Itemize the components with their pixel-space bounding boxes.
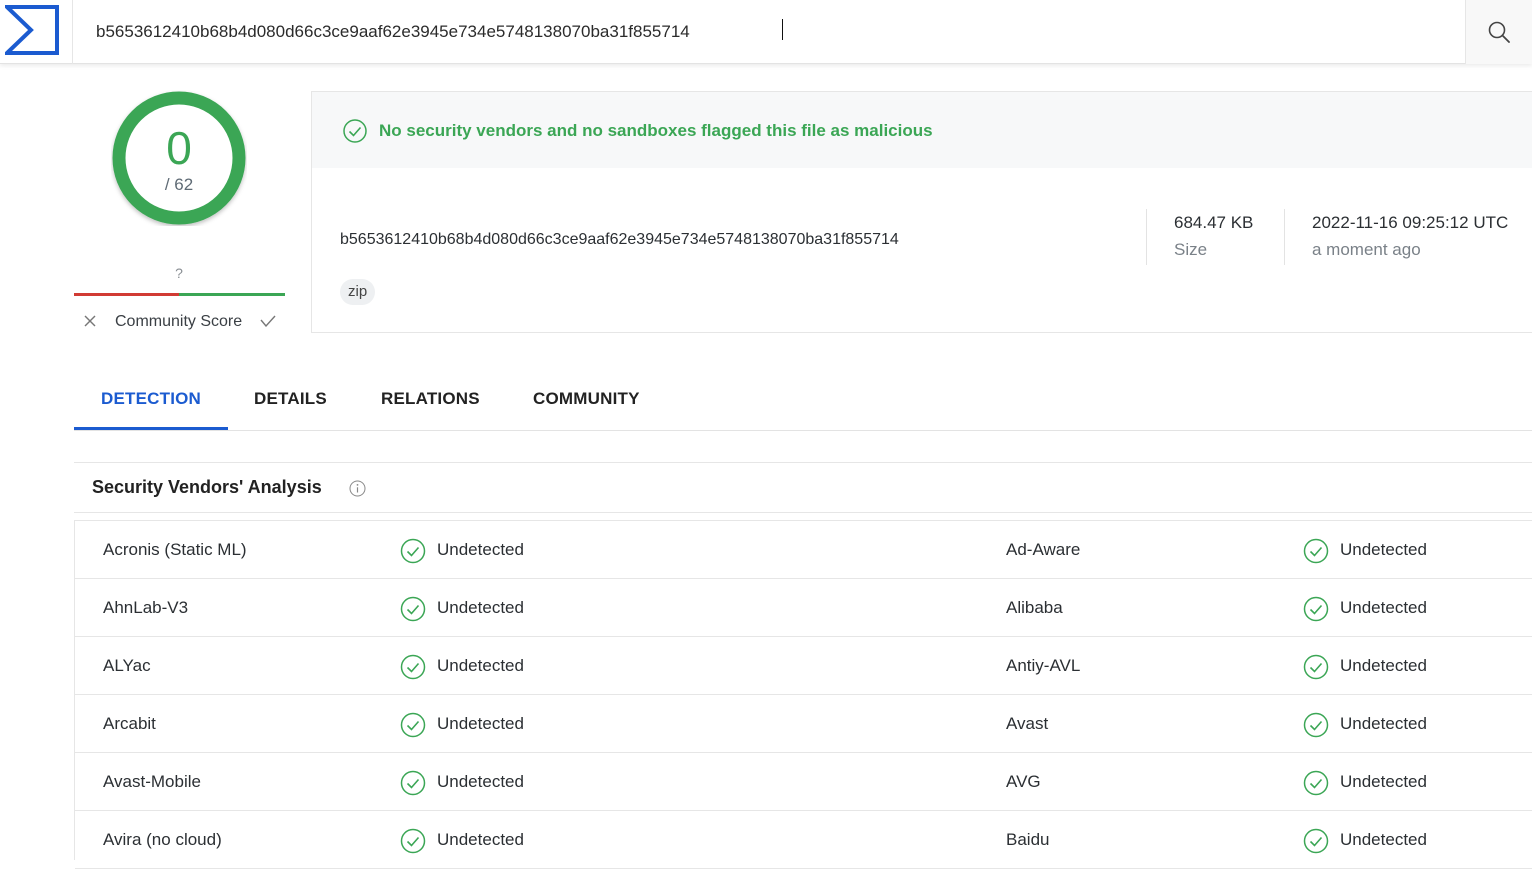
- vendor-result: Undetected: [1340, 540, 1427, 559]
- file-hash[interactable]: b5653612410b68b4d080d66c3ce9aaf62e3945e7…: [340, 231, 899, 249]
- sigma-logo-icon: [5, 5, 59, 55]
- vendors-panel-title: Security Vendors' Analysis: [92, 477, 322, 497]
- vendor-result: Undetected: [437, 656, 524, 675]
- community-bar-positive: [179, 293, 285, 296]
- community-score-value: ?: [175, 265, 183, 281]
- vendor-result: Undetected: [1340, 772, 1427, 791]
- vendor-result: Undetected: [437, 540, 524, 559]
- vendor-name[interactable]: Avira (no cloud): [103, 830, 222, 850]
- vendors-panel-header: Security Vendors' Analysis: [74, 462, 1532, 513]
- active-tab-indicator: [74, 427, 228, 430]
- check-circle-icon: [400, 654, 426, 685]
- detection-count: 0: [166, 122, 192, 174]
- vendor-row: Acronis (Static ML) Undetected Ad-Aware Und…: [75, 521, 1532, 579]
- vendor-name[interactable]: Antiy-AVL: [1006, 656, 1080, 676]
- search-button[interactable]: [1465, 0, 1532, 64]
- text-caret: [782, 19, 783, 40]
- vendor-result: Undetected: [437, 772, 524, 791]
- check-circle-icon: [1303, 654, 1329, 685]
- vendor-name[interactable]: Alibaba: [1006, 598, 1063, 618]
- verdict-banner: No security vendors and no sandboxes fla…: [312, 92, 1532, 168]
- check-circle-icon: [400, 538, 426, 569]
- check-circle-icon: [1303, 596, 1329, 627]
- virustotal-logo[interactable]: [0, 0, 73, 64]
- check-circle-icon: [1303, 828, 1329, 859]
- community-score-label: Community Score: [115, 313, 243, 330]
- tab-detection[interactable]: DETECTION: [101, 389, 201, 409]
- vendor-result: Undetected: [1340, 598, 1427, 617]
- analysis-date: 2022-11-16 09:25:12 UTC: [1312, 213, 1509, 232]
- divider: [1146, 209, 1147, 265]
- vendor-result: Undetected: [437, 598, 524, 617]
- vendor-name[interactable]: Ad-Aware: [1006, 540, 1080, 560]
- vendor-name[interactable]: ALYac: [103, 656, 151, 676]
- vote-harmless-button[interactable]: [256, 307, 280, 335]
- search-field[interactable]: [73, 0, 1465, 64]
- close-icon: [84, 315, 96, 327]
- vendor-row: Avast-Mobile Undetected AVG Undetected: [75, 753, 1532, 811]
- vendor-name[interactable]: Acronis (Static ML): [103, 540, 247, 560]
- top-bar: [0, 0, 1532, 64]
- search-icon: [1488, 21, 1510, 43]
- vendor-name[interactable]: Avast: [1006, 714, 1048, 734]
- vendor-result: Undetected: [437, 714, 524, 733]
- file-tag[interactable]: zip: [340, 279, 376, 305]
- vendor-result: Undetected: [1340, 656, 1427, 675]
- vendor-name[interactable]: AhnLab-V3: [103, 598, 188, 618]
- vendor-result: Undetected: [1340, 830, 1427, 849]
- file-summary-card: No security vendors and no sandboxes fla…: [311, 91, 1532, 333]
- report-tabs: DETECTION DETAILS RELATIONS COMMUNITY: [74, 370, 1532, 431]
- info-icon[interactable]: [349, 480, 366, 497]
- vendor-name[interactable]: Avast-Mobile: [103, 772, 201, 792]
- vendor-name[interactable]: AVG: [1006, 772, 1041, 792]
- vendor-row: AhnLab-V3 Undetected Alibaba Undetected: [75, 579, 1532, 637]
- analysis-relative-time: a moment ago: [1312, 240, 1421, 259]
- vendor-result: Undetected: [437, 830, 524, 849]
- check-circle-icon: [343, 119, 367, 143]
- vendor-name[interactable]: Arcabit: [103, 714, 156, 734]
- search-input[interactable]: [73, 0, 1465, 64]
- tab-community[interactable]: COMMUNITY: [533, 389, 640, 409]
- vendor-row: Arcabit Undetected Avast Undetected: [75, 695, 1532, 753]
- check-circle-icon: [400, 770, 426, 801]
- tab-details[interactable]: DETAILS: [254, 389, 327, 409]
- vendor-result: Undetected: [1340, 714, 1427, 733]
- vendors-table: Acronis (Static ML) Undetected Ad-Aware Und…: [74, 520, 1532, 869]
- vendor-row: Avira (no cloud) Undetected Baidu Undetecte…: [75, 811, 1532, 869]
- verdict-text: No security vendors and no sandboxes fla…: [379, 121, 933, 140]
- check-circle-icon: [1303, 712, 1329, 743]
- check-circle-icon: [400, 712, 426, 743]
- vendor-row: ALYac Undetected Antiy-AVL Undetected: [75, 637, 1532, 695]
- divider: [1284, 209, 1285, 265]
- community-bar-negative: [74, 293, 179, 296]
- check-circle-icon: [400, 828, 426, 859]
- check-circle-icon: [1303, 538, 1329, 569]
- file-size-label: Size: [1174, 240, 1208, 259]
- tab-relations[interactable]: RELATIONS: [381, 389, 480, 409]
- checkmark-icon: [260, 315, 276, 327]
- vote-malicious-button[interactable]: [78, 307, 102, 335]
- vendor-name[interactable]: Baidu: [1006, 830, 1049, 850]
- check-circle-icon: [400, 596, 426, 627]
- check-circle-icon: [1303, 770, 1329, 801]
- detection-total: / 62: [164, 175, 194, 194]
- file-size-value: 684.47 KB: [1174, 213, 1254, 232]
